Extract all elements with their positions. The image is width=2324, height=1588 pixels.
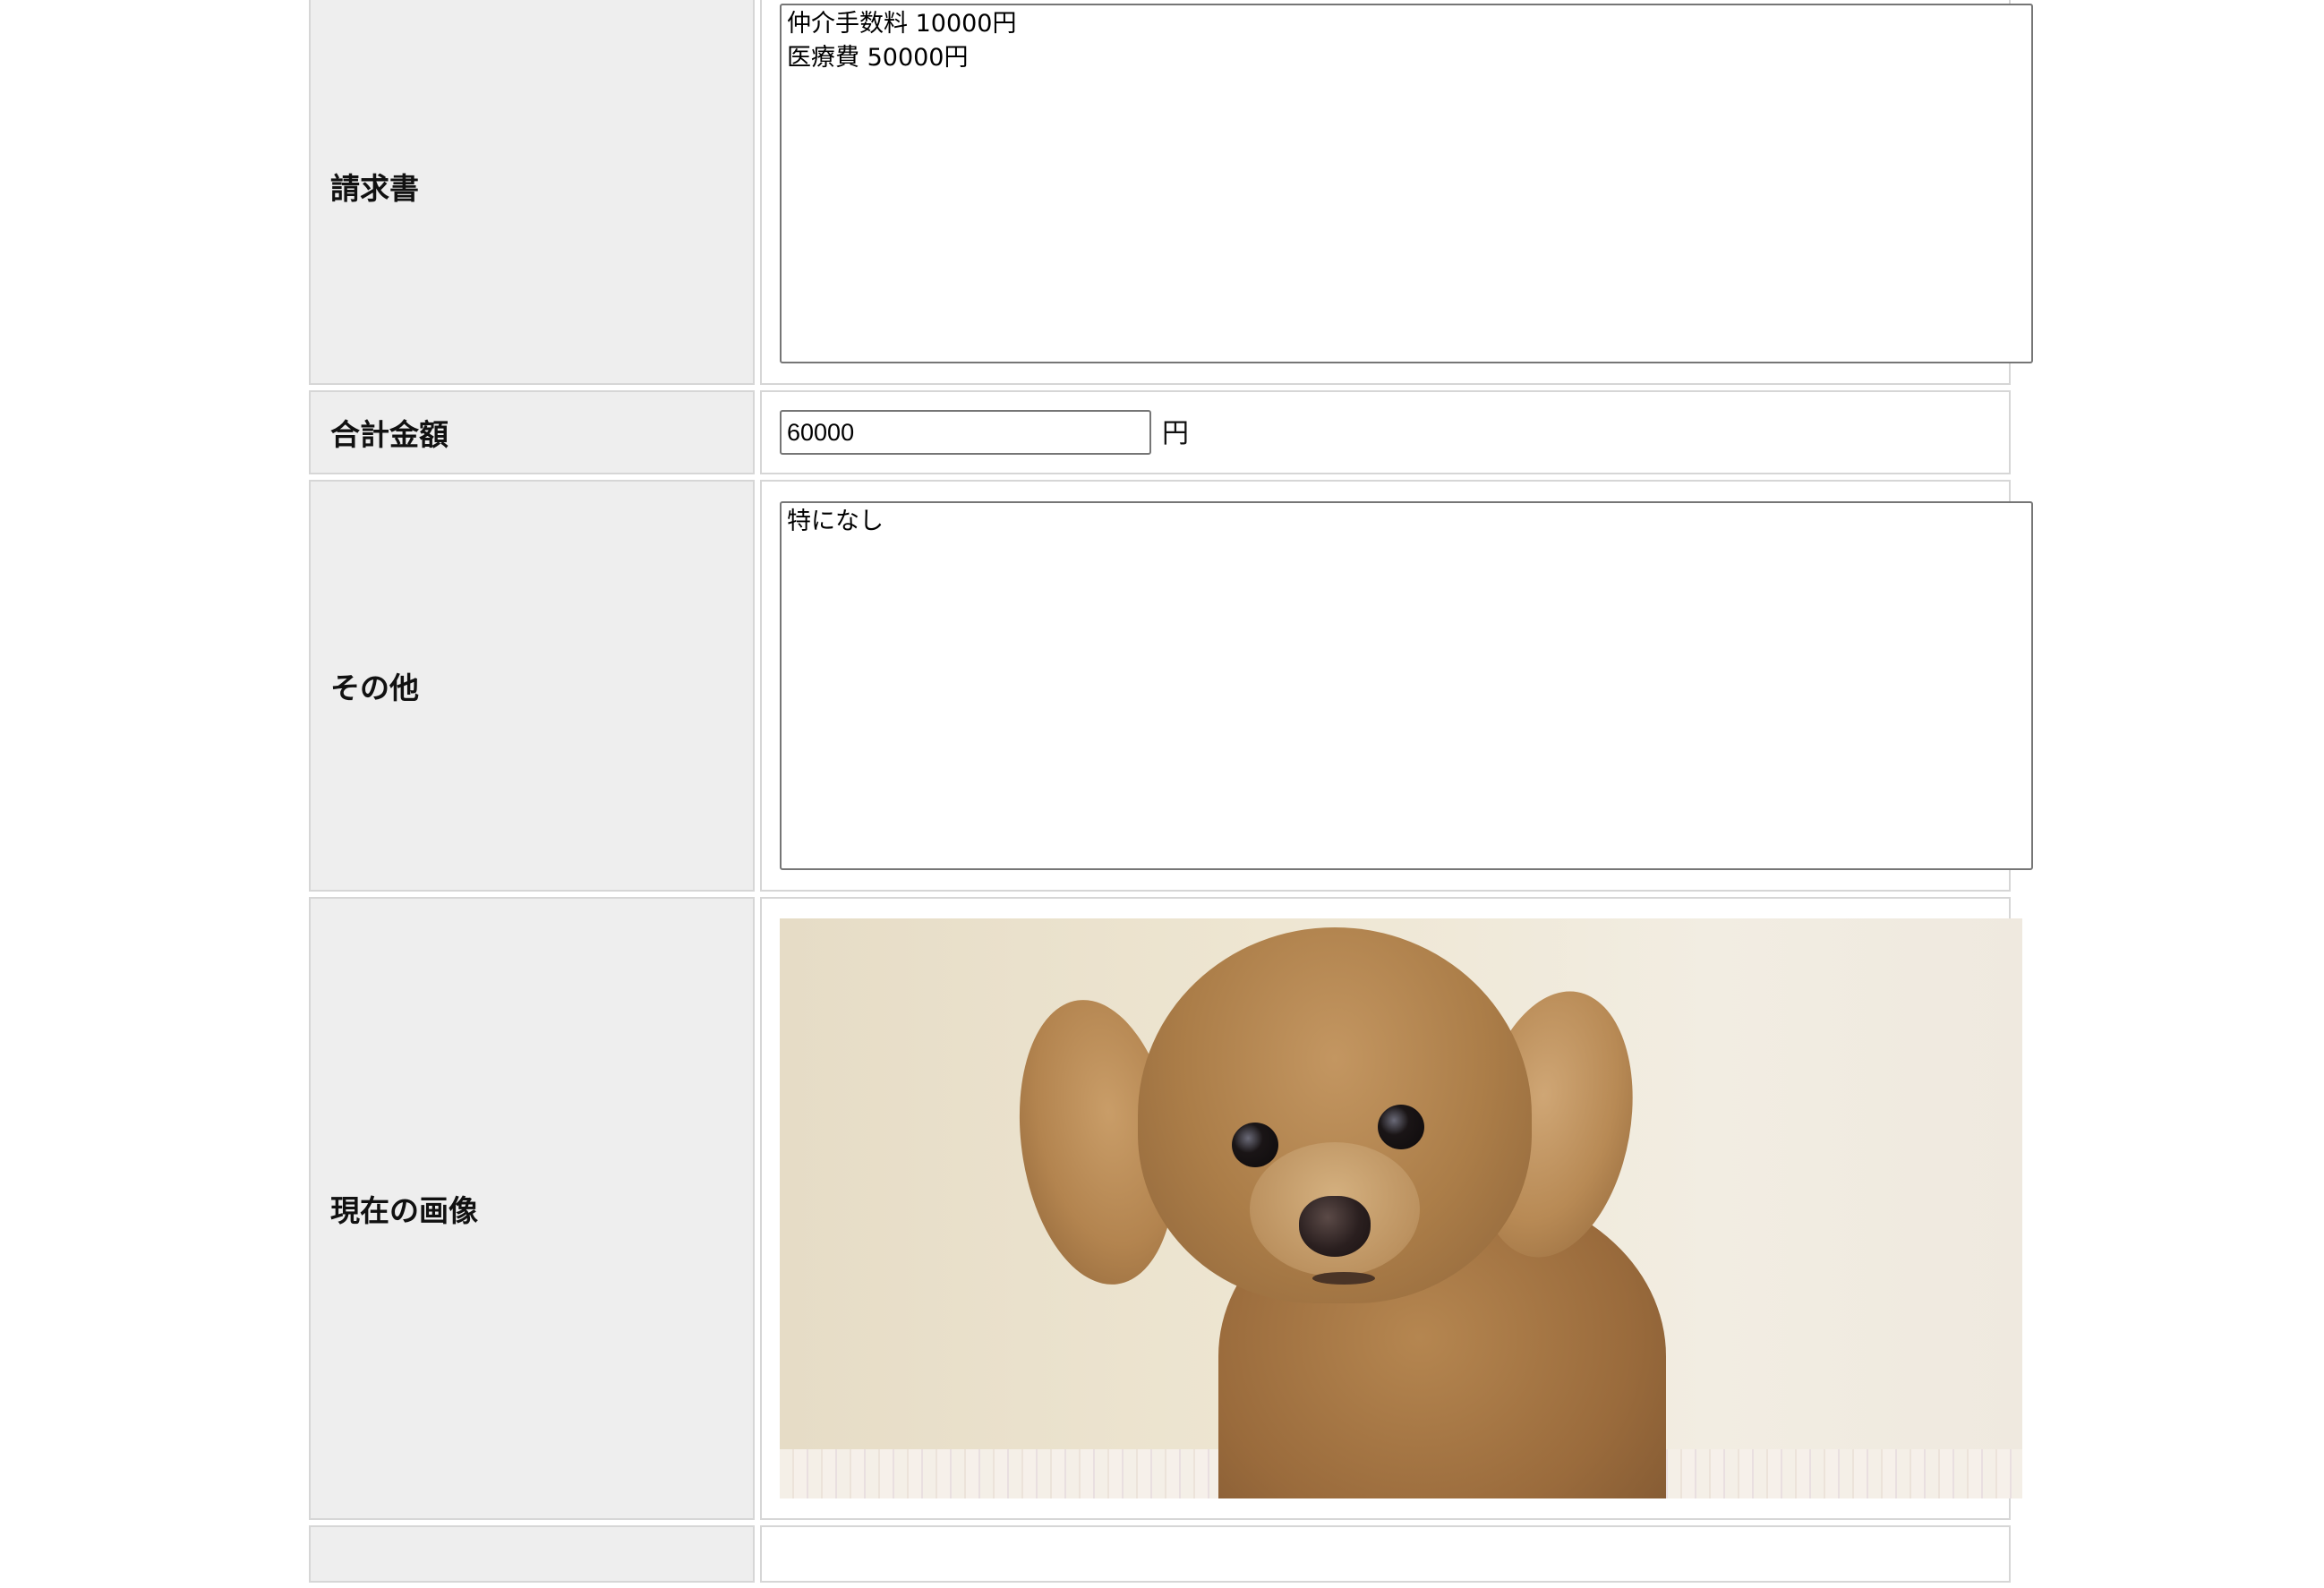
next-row-cell	[760, 1525, 2011, 1583]
total-amount-group: 円	[780, 410, 2002, 455]
currency-unit: 円	[1162, 418, 1189, 449]
current-image-row: 現在の画像	[309, 897, 2022, 1520]
dog-right-eye	[1378, 1105, 1424, 1149]
form-table: 請求書 合計金額 円 その他 現在の画像	[303, 0, 2033, 1588]
total-label: 合計金額	[309, 390, 755, 474]
next-row-label	[309, 1525, 755, 1583]
invoice-cell	[760, 0, 2033, 385]
total-cell: 円	[760, 390, 2011, 474]
other-row: その他	[309, 480, 2033, 892]
current-image-cell	[760, 897, 2022, 1520]
current-image-label: 現在の画像	[309, 897, 755, 1520]
current-image	[780, 918, 2022, 1498]
invoice-textarea[interactable]	[780, 4, 2033, 363]
total-row: 合計金額 円	[309, 390, 2011, 474]
next-row	[309, 1525, 2011, 1583]
dog-nose	[1299, 1196, 1371, 1257]
invoice-row: 請求書	[309, 0, 2033, 385]
other-label: その他	[309, 480, 755, 892]
dog-mouth	[1312, 1272, 1375, 1285]
other-cell	[760, 480, 2033, 892]
total-amount-input[interactable]	[780, 410, 1151, 455]
other-textarea[interactable]	[780, 501, 2033, 870]
dog-left-eye	[1232, 1123, 1278, 1167]
invoice-label: 請求書	[309, 0, 755, 385]
